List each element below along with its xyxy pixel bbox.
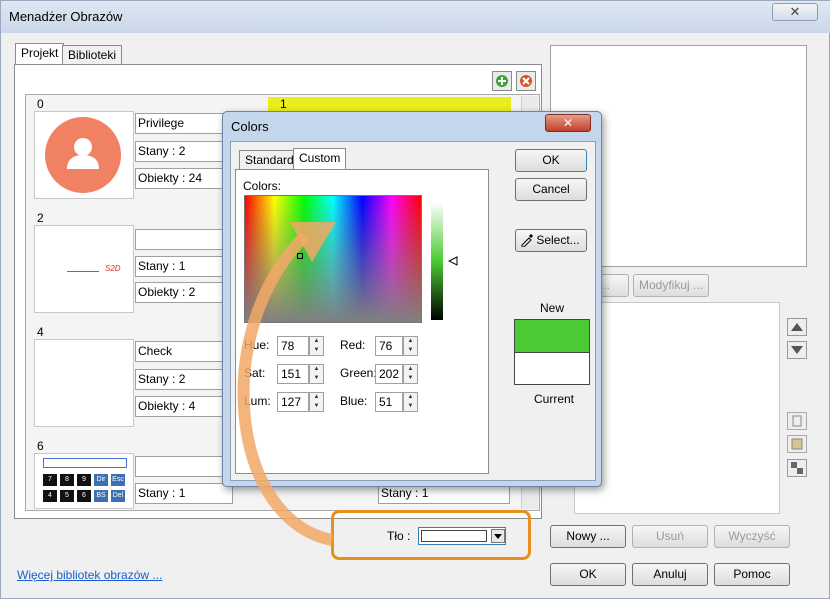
annotation-arrow (237, 222, 336, 546)
